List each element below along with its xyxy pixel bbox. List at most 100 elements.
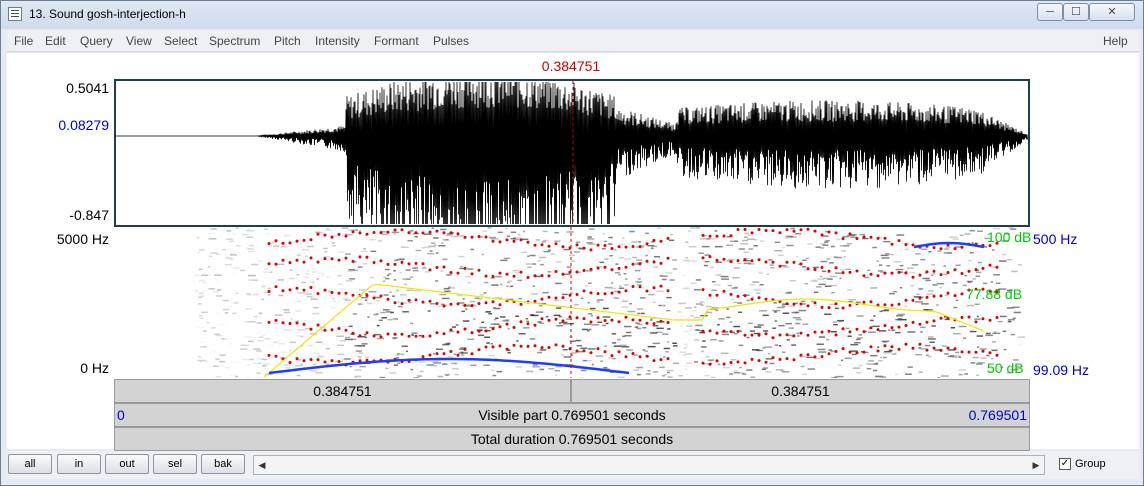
- spectrogram-energy: [337, 283, 344, 285]
- spectrogram-energy: [612, 357, 616, 360]
- spectrogram-energy: [281, 373, 285, 376]
- formant-point: [624, 355, 628, 359]
- spectrogram-energy: [357, 266, 363, 268]
- spectrogram-energy: [661, 278, 667, 281]
- formant-point: [344, 328, 348, 332]
- spectrogram-energy: [726, 244, 733, 246]
- spectrogram-energy: [199, 361, 203, 363]
- menu-formant[interactable]: Formant: [374, 34, 419, 48]
- spectrogram-energy: [491, 284, 499, 286]
- formant-point: [869, 300, 873, 304]
- zoom-back-button[interactable]: bak: [201, 454, 245, 474]
- formant-point: [995, 353, 999, 357]
- spectrogram-energy: [720, 275, 729, 278]
- menu-select[interactable]: Select: [164, 34, 197, 48]
- menu-pitch[interactable]: Pitch: [274, 34, 301, 48]
- scroll-left-icon[interactable]: ◀: [255, 457, 269, 473]
- formant-point: [904, 324, 908, 327]
- menu-spectrum[interactable]: Spectrum: [209, 34, 260, 48]
- spectrogram-energy: [685, 257, 688, 259]
- spectrogram-energy: [708, 359, 714, 362]
- spectrogram-energy: [216, 289, 222, 291]
- spectrogram-energy: [541, 241, 546, 243]
- spectrogram-energy: [891, 329, 896, 331]
- menu-edit[interactable]: Edit: [45, 34, 66, 48]
- menu-help[interactable]: Help: [1103, 34, 1128, 48]
- spectrogram-energy: [847, 289, 852, 291]
- zoom-out-button[interactable]: out: [105, 454, 149, 474]
- spectrogram-energy: [383, 294, 389, 296]
- maximize-button[interactable]: ☐: [1063, 3, 1089, 21]
- spectrogram-energy: [782, 371, 790, 373]
- close-button[interactable]: ✕: [1089, 3, 1135, 21]
- waveform-panel[interactable]: [114, 79, 1030, 227]
- minimize-button[interactable]: ─: [1037, 3, 1063, 21]
- spectrogram-energy: [897, 318, 903, 320]
- spectrogram-energy: [322, 247, 329, 250]
- visible-part-bar[interactable]: 0 Visible part 0.769501 seconds 0.769501: [114, 403, 1030, 427]
- spectrogram-energy: [637, 312, 640, 315]
- spectrogram-energy: [896, 315, 904, 317]
- formant-point: [470, 304, 474, 308]
- spectrogram-energy: [587, 330, 590, 332]
- menu-query[interactable]: Query: [80, 34, 113, 48]
- spectrogram-energy: [824, 241, 829, 243]
- formant-point: [337, 360, 341, 363]
- spectrogram-energy: [526, 370, 534, 373]
- spectrogram-energy: [750, 330, 755, 332]
- spectrogram-energy: [968, 259, 971, 262]
- spectrogram-energy: [996, 282, 1001, 284]
- spectrogram-energy: [585, 285, 588, 287]
- spectrogram-energy: [637, 323, 643, 326]
- spectrogram-energy: [566, 231, 574, 233]
- formant-point: [904, 271, 908, 275]
- spectrogram-panel[interactable]: [114, 227, 1030, 378]
- menu-intensity[interactable]: Intensity: [315, 34, 360, 48]
- spectrogram-energy: [261, 283, 269, 286]
- spectrogram-energy: [943, 265, 947, 267]
- spectrogram-energy: [818, 283, 826, 286]
- spectrogram-energy: [539, 263, 545, 266]
- menu-file[interactable]: File: [14, 34, 33, 48]
- spectrogram-energy: [259, 260, 262, 262]
- spectrogram-energy: [213, 365, 219, 367]
- formant-point: [393, 332, 397, 336]
- spectrogram-energy: [537, 351, 542, 354]
- spectrogram-energy: [277, 263, 285, 266]
- spectrogram-energy: [198, 268, 203, 271]
- spectrogram-energy: [734, 370, 738, 372]
- formant-point: [659, 358, 663, 362]
- formant-point: [827, 269, 831, 273]
- spectrogram-energy: [977, 230, 983, 232]
- spectrogram-energy: [605, 322, 609, 325]
- waveform-plot[interactable]: [116, 81, 1028, 225]
- spectrogram-energy: [248, 290, 256, 292]
- spectrogram-energy: [786, 244, 794, 247]
- spectrogram-energy: [591, 363, 594, 366]
- zoom-in-button[interactable]: in: [57, 454, 101, 474]
- spectrogram-energy: [686, 325, 693, 327]
- formant-point: [379, 294, 383, 298]
- spectrogram-plot[interactable]: [114, 227, 1030, 378]
- spectrogram-energy: [733, 372, 740, 374]
- formant-point: [967, 350, 971, 354]
- spectrogram-energy: [738, 344, 744, 347]
- spectrogram-energy: [364, 334, 367, 336]
- formant-point: [806, 304, 810, 308]
- menu-pulses[interactable]: Pulses: [433, 34, 469, 48]
- spectrogram-energy: [637, 373, 641, 376]
- group-checkbox[interactable]: ✓: [1059, 458, 1071, 470]
- spectrogram-energy: [619, 243, 625, 246]
- menu-view[interactable]: View: [126, 34, 152, 48]
- zoom-selection-button[interactable]: sel: [153, 454, 197, 474]
- spectrogram-energy: [547, 271, 552, 273]
- scroll-right-icon[interactable]: ▶: [1029, 457, 1043, 473]
- left-segment-bar[interactable]: 0.384751: [114, 379, 571, 403]
- formant-point: [820, 305, 824, 309]
- title-bar[interactable]: 13. Sound gosh-interjection-h ─ ☐ ✕: [1, 1, 1143, 29]
- zoom-all-button[interactable]: all: [8, 454, 52, 474]
- total-duration-bar[interactable]: Total duration 0.769501 seconds: [114, 427, 1030, 451]
- right-segment-bar[interactable]: 0.384751: [571, 379, 1030, 403]
- formant-point: [316, 260, 320, 264]
- time-scrollbar[interactable]: ◀ ▶: [253, 455, 1045, 475]
